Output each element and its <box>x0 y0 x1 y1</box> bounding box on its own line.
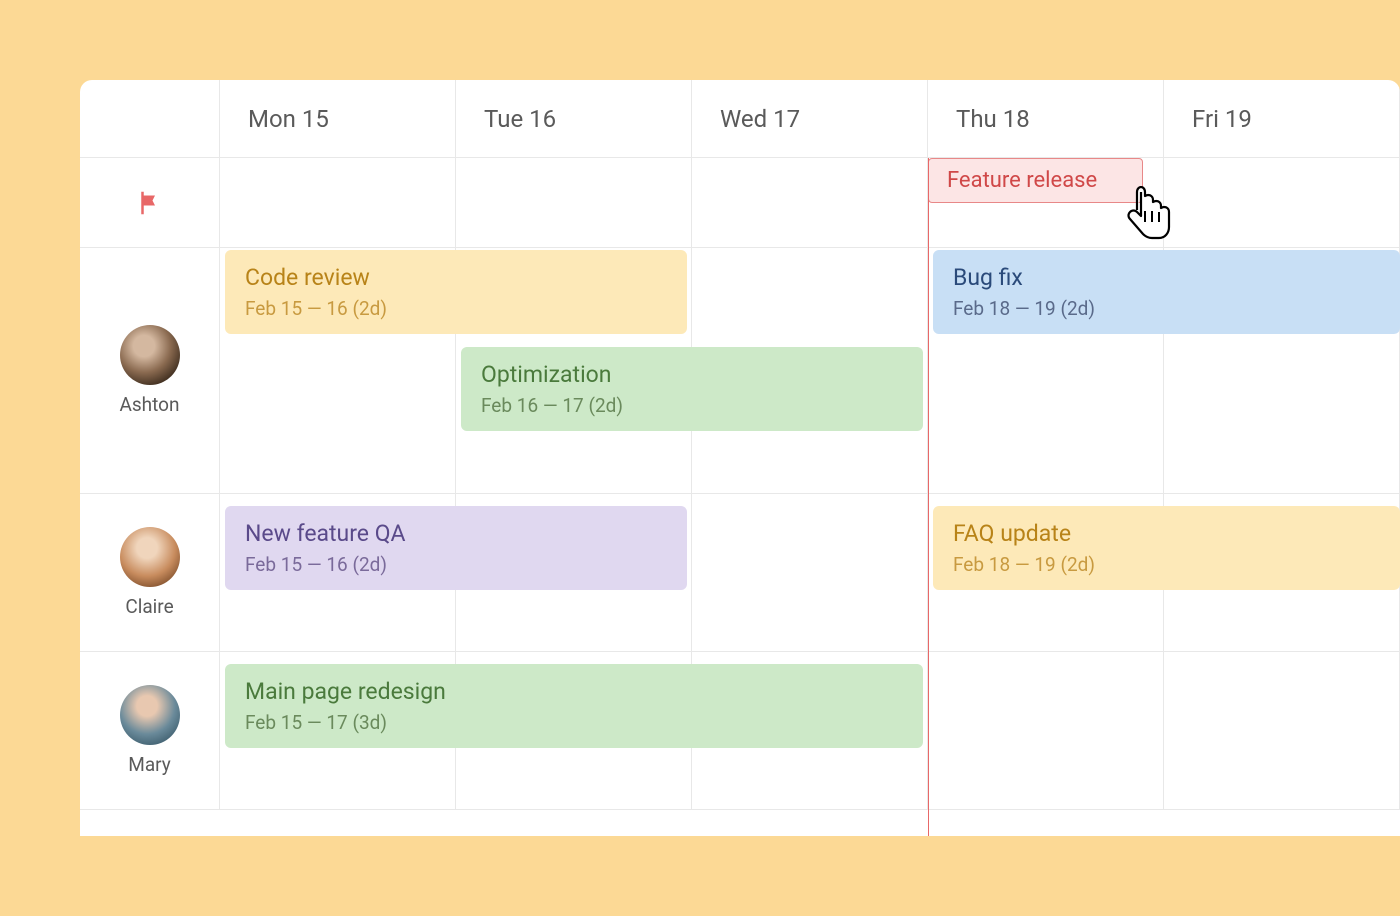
milestone-feature-release[interactable]: Feature release <box>928 158 1143 203</box>
task-title: Main page redesign <box>245 678 903 705</box>
milestone-cell[interactable] <box>1164 158 1400 247</box>
task-bug-fix[interactable]: Bug fix Feb 18 — 19 (2d) <box>933 250 1400 334</box>
milestone-sidebar <box>80 158 220 247</box>
task-title: FAQ update <box>953 520 1380 547</box>
day-column-header[interactable]: Tue 16 <box>456 80 692 157</box>
calendar-view: Mon 15 Tue 16 Wed 17 Thu 18 Fri 19 Featu… <box>80 80 1400 836</box>
task-dates: Feb 18 — 19 (2d) <box>953 297 1380 320</box>
timeline-cell[interactable] <box>692 494 928 651</box>
calendar-header: Mon 15 Tue 16 Wed 17 Thu 18 Fri 19 <box>80 80 1400 158</box>
day-column-header[interactable]: Thu 18 <box>928 80 1164 157</box>
flag-icon <box>134 187 166 219</box>
task-title: Optimization <box>481 361 903 388</box>
task-dates: Feb 16 — 17 (2d) <box>481 394 903 417</box>
task-dates: Feb 15 — 16 (2d) <box>245 297 667 320</box>
milestone-row: Feature release <box>80 158 1400 248</box>
header-corner <box>80 80 220 157</box>
timeline-cell[interactable] <box>1164 652 1400 809</box>
cursor-pointer-icon <box>1121 186 1173 252</box>
task-dates: Feb 15 — 17 (3d) <box>245 711 903 734</box>
milestone-cell[interactable] <box>692 158 928 247</box>
person-row-claire: Claire New feature QA Feb 15 — 16 (2d) F… <box>80 494 1400 652</box>
milestone-cell[interactable] <box>220 158 456 247</box>
task-faq-update[interactable]: FAQ update Feb 18 — 19 (2d) <box>933 506 1400 590</box>
task-code-review[interactable]: Code review Feb 15 — 16 (2d) <box>225 250 687 334</box>
person-row-mary: Mary Main page redesign Feb 15 — 17 (3d) <box>80 652 1400 810</box>
avatar <box>120 527 180 587</box>
person-name: Ashton <box>119 393 179 416</box>
milestone-label: Feature release <box>947 168 1097 193</box>
person-sidebar[interactable]: Claire <box>80 494 220 651</box>
today-marker <box>928 158 929 836</box>
task-title: Bug fix <box>953 264 1380 291</box>
task-dates: Feb 18 — 19 (2d) <box>953 553 1380 576</box>
day-column-header[interactable]: Mon 15 <box>220 80 456 157</box>
task-optimization[interactable]: Optimization Feb 16 — 17 (2d) <box>461 347 923 431</box>
avatar <box>120 685 180 745</box>
avatar <box>120 325 180 385</box>
task-dates: Feb 15 — 16 (2d) <box>245 553 667 576</box>
task-title: New feature QA <box>245 520 667 547</box>
person-name: Claire <box>125 595 173 618</box>
task-new-feature-qa[interactable]: New feature QA Feb 15 — 16 (2d) <box>225 506 687 590</box>
person-name: Mary <box>128 753 171 776</box>
milestone-cell[interactable] <box>456 158 692 247</box>
task-title: Code review <box>245 264 667 291</box>
day-column-header[interactable]: Wed 17 <box>692 80 928 157</box>
person-sidebar[interactable]: Mary <box>80 652 220 809</box>
day-column-header[interactable]: Fri 19 <box>1164 80 1400 157</box>
timeline-cell[interactable] <box>928 652 1164 809</box>
person-row-ashton: Ashton Code review Feb 15 — 16 (2d) Opti… <box>80 248 1400 494</box>
task-main-page-redesign[interactable]: Main page redesign Feb 15 — 17 (3d) <box>225 664 923 748</box>
person-sidebar[interactable]: Ashton <box>80 248 220 493</box>
